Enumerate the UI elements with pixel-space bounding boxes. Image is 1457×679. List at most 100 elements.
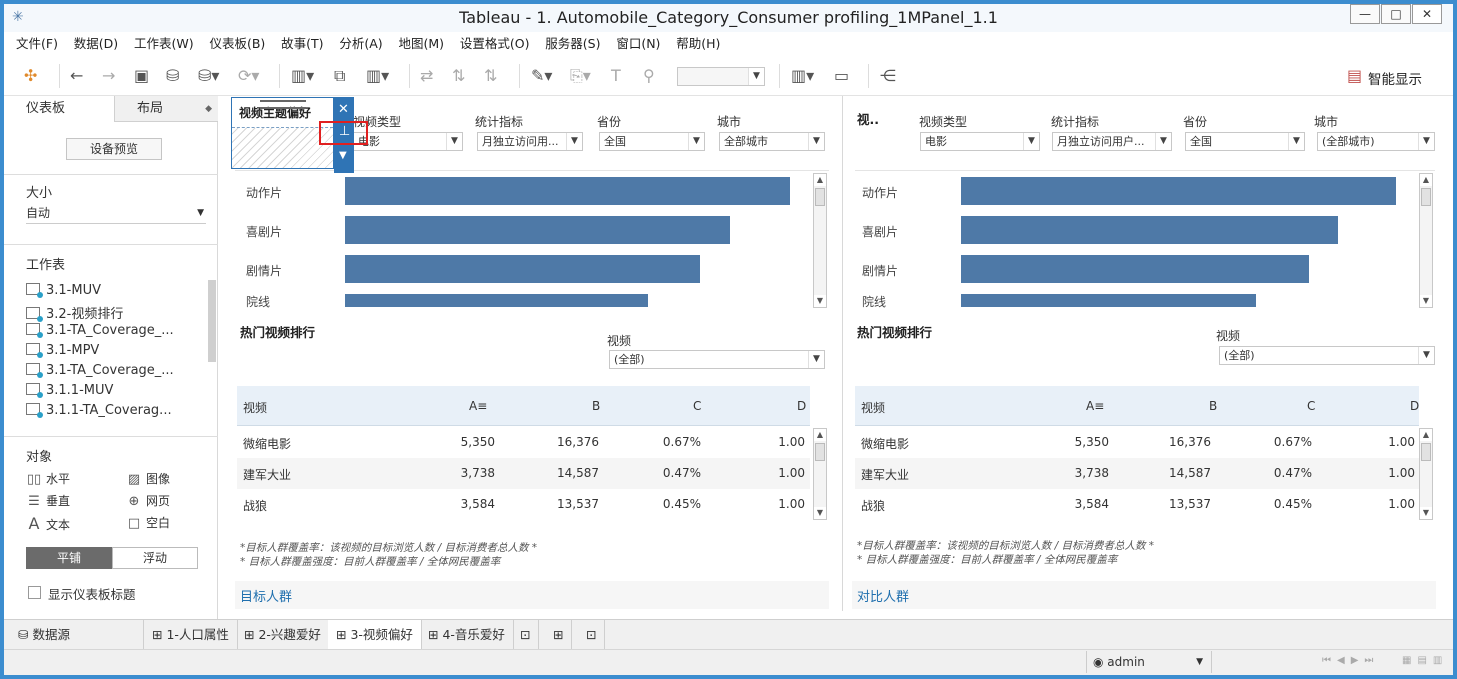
menu-window[interactable]: 窗口(N) bbox=[610, 32, 666, 56]
object-vertical[interactable]: ☰ 垂直 bbox=[26, 492, 70, 509]
scroll-down-icon[interactable]: ▼ bbox=[1420, 295, 1432, 307]
bar[interactable] bbox=[961, 177, 1396, 205]
scroll-down-icon[interactable]: ▼ bbox=[814, 507, 826, 519]
scroll-thumb[interactable] bbox=[1421, 443, 1431, 461]
sort-desc-icon[interactable]: ⇅ bbox=[484, 67, 497, 85]
table-row[interactable]: 建军大业 3,738 14,587 0.47% 1.00 bbox=[237, 458, 810, 489]
col-header-video[interactable]: 视频 bbox=[243, 399, 267, 416]
tableau-home-icon[interactable]: ✣ bbox=[24, 67, 37, 85]
filter-province-dropdown[interactable]: 全国 ▼ bbox=[1185, 132, 1305, 151]
scroll-thumb[interactable] bbox=[1421, 188, 1431, 206]
bar[interactable] bbox=[961, 255, 1309, 283]
menu-data[interactable]: 数据(D) bbox=[68, 32, 124, 56]
new-worksheet-tab-icon[interactable]: ⊡ bbox=[512, 620, 540, 649]
table-row[interactable]: 战狼 3,584 13,537 0.45% 1.00 bbox=[855, 489, 1419, 520]
sheet-nav-icon[interactable]: ⏮◀▶⏭ bbox=[1322, 655, 1379, 666]
sheets-scrollbar[interactable] bbox=[208, 280, 216, 362]
share-icon[interactable]: ⋲ bbox=[880, 67, 896, 85]
user-menu[interactable]: ◉ admin ▼ bbox=[1086, 651, 1212, 673]
redo-icon[interactable]: → bbox=[102, 67, 115, 85]
sheet-item[interactable]: 3.1-TA_Coverage_... bbox=[26, 363, 174, 378]
new-story-tab-icon[interactable]: ⊡ bbox=[578, 620, 606, 649]
scroll-up-icon[interactable]: ▲ bbox=[814, 174, 826, 186]
tab-dashboard-4[interactable]: ⊞ 4-音乐爱好 bbox=[420, 620, 514, 649]
filter-video-type-dropdown[interactable]: 电影 ▼ bbox=[920, 132, 1040, 151]
table-row[interactable]: 战狼 3,584 13,537 0.45% 1.00 bbox=[237, 489, 810, 520]
sheet-item[interactable]: 3.1-MPV bbox=[26, 343, 99, 358]
chart-scrollbar[interactable]: ▲ ▼ bbox=[1419, 173, 1433, 308]
duplicate-sheet-icon[interactable]: ⧉ bbox=[334, 67, 345, 85]
sheet-item[interactable]: 3.1-MUV bbox=[26, 283, 101, 298]
scroll-up-icon[interactable]: ▲ bbox=[1420, 174, 1432, 186]
filter-city-dropdown[interactable]: 全部城市 ▼ bbox=[719, 132, 825, 151]
object-horizontal[interactable]: ▯▯ 水平 bbox=[26, 470, 70, 487]
fit-dropdown[interactable]: ▼ bbox=[677, 67, 765, 86]
tab-dashboard-1[interactable]: ⊞ 1-人口属性 bbox=[144, 620, 238, 649]
sheet-item[interactable]: 3.1.1-TA_Coverag... bbox=[26, 403, 172, 418]
col-header-d[interactable]: D bbox=[1410, 399, 1419, 413]
menu-dashboard[interactable]: 仪表板(B) bbox=[203, 32, 271, 56]
minimize-button[interactable]: — bbox=[1350, 4, 1380, 24]
show-me-icon[interactable]: ▤ bbox=[1347, 67, 1362, 85]
bar[interactable] bbox=[345, 255, 700, 283]
col-header-b[interactable]: B bbox=[592, 399, 600, 413]
object-web[interactable]: ⊕ 网页 bbox=[126, 492, 170, 509]
col-header-video[interactable]: 视频 bbox=[861, 399, 885, 416]
sheet-view-icon[interactable]: ▦▤▥ bbox=[1402, 655, 1448, 666]
close-window-button[interactable]: ✕ bbox=[1412, 4, 1442, 24]
scroll-up-icon[interactable]: ▲ bbox=[1420, 429, 1432, 441]
sort-asc-icon[interactable]: ⇅ bbox=[452, 67, 465, 85]
table-scrollbar[interactable]: ▲ ▼ bbox=[813, 428, 827, 520]
maximize-button[interactable]: □ bbox=[1381, 4, 1411, 24]
col-header-c[interactable]: C bbox=[693, 399, 701, 413]
table-scrollbar[interactable]: ▲ ▼ bbox=[1419, 428, 1433, 520]
sheet-item[interactable]: 3.1.1-MUV bbox=[26, 383, 113, 398]
show-title-checkbox[interactable] bbox=[28, 586, 41, 599]
menu-format[interactable]: 设置格式(O) bbox=[454, 32, 536, 56]
video-filter-dropdown[interactable]: (全部) ▼ bbox=[1219, 346, 1435, 365]
table-row[interactable]: 微缩电影 5,350 16,376 0.67% 1.00 bbox=[855, 427, 1419, 458]
pin-icon[interactable]: ⚲ bbox=[643, 67, 655, 85]
highlight-icon[interactable]: ✎▾ bbox=[531, 67, 552, 85]
menu-story[interactable]: 故事(T) bbox=[275, 32, 329, 56]
scroll-down-icon[interactable]: ▼ bbox=[814, 295, 826, 307]
filter-video-type-dropdown[interactable]: 电影 ▼ bbox=[353, 132, 463, 151]
menu-file[interactable]: 文件(F) bbox=[10, 32, 64, 56]
bar[interactable] bbox=[345, 177, 790, 205]
video-filter-dropdown[interactable]: (全部) ▼ bbox=[609, 350, 825, 369]
object-text[interactable]: A 文本 bbox=[26, 514, 71, 533]
refresh-icon[interactable]: ⟳▾ bbox=[238, 67, 259, 85]
menu-map[interactable]: 地图(M) bbox=[392, 32, 450, 56]
pause-updates-icon[interactable]: ⛁▾ bbox=[198, 67, 219, 85]
bar[interactable] bbox=[961, 294, 1256, 307]
undo-icon[interactable]: ← bbox=[70, 67, 83, 85]
sheet-item[interactable]: 3.1-TA_Coverage_... bbox=[26, 323, 174, 338]
scroll-thumb[interactable] bbox=[815, 188, 825, 206]
table-row[interactable]: 建军大业 3,738 14,587 0.47% 1.00 bbox=[855, 458, 1419, 489]
scroll-up-icon[interactable]: ▲ bbox=[814, 429, 826, 441]
tab-dashboard-3[interactable]: ⊞ 3-视频偏好 bbox=[328, 620, 422, 649]
filter-metric-dropdown[interactable]: 月独立访问用户... ▼ bbox=[1052, 132, 1172, 151]
filter-province-dropdown[interactable]: 全国 ▼ bbox=[599, 132, 705, 151]
object-blank[interactable]: □ 空白 bbox=[126, 514, 170, 531]
floating-toggle[interactable]: 浮动 bbox=[112, 547, 198, 569]
show-cards-icon[interactable]: ▥▾ bbox=[791, 67, 814, 85]
filter-metric-dropdown[interactable]: 月独立访问用... ▼ bbox=[477, 132, 583, 151]
col-header-a[interactable]: A≡ bbox=[469, 399, 487, 413]
tab-layout[interactable]: 布局 ◆ bbox=[114, 96, 218, 122]
chart-scrollbar[interactable]: ▲ ▼ bbox=[813, 173, 827, 308]
filter-city-dropdown[interactable]: (全部城市) ▼ bbox=[1317, 132, 1435, 151]
menu-server[interactable]: 服务器(S) bbox=[539, 32, 606, 56]
col-header-b[interactable]: B bbox=[1209, 399, 1217, 413]
new-dashboard-tab-icon[interactable]: ⊞ bbox=[545, 620, 573, 649]
menu-worksheet[interactable]: 工作表(W) bbox=[128, 32, 200, 56]
col-header-a[interactable]: A≡ bbox=[1086, 399, 1104, 413]
size-dropdown[interactable]: 自动 ▼ bbox=[26, 204, 206, 224]
presentation-icon[interactable]: ▭ bbox=[834, 67, 849, 85]
tiled-toggle[interactable]: 平铺 bbox=[26, 547, 112, 569]
drag-handle-icon[interactable] bbox=[260, 100, 306, 109]
col-header-c[interactable]: C bbox=[1307, 399, 1315, 413]
new-worksheet-icon[interactable]: ▥▾ bbox=[291, 67, 314, 85]
label-icon[interactable]: T bbox=[611, 67, 621, 85]
tab-datasource[interactable]: ⛁ 数据源 bbox=[4, 620, 144, 649]
